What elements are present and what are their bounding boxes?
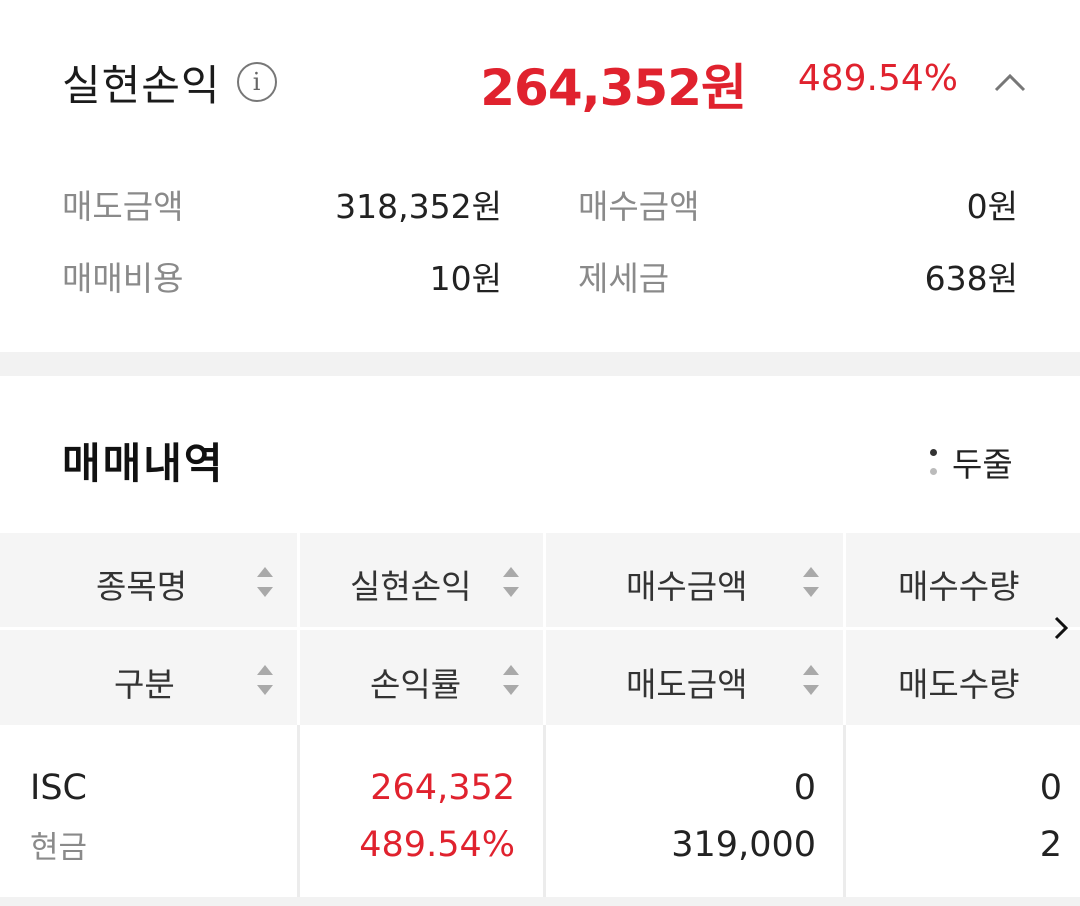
column-header-realized-profit[interactable]: 실현손익 (350, 560, 471, 608)
table-bottom-border (0, 897, 1080, 906)
trades-title: 매매내역 (62, 439, 225, 488)
column-header-profit-rate[interactable]: 손익률 (370, 658, 461, 706)
row-column-separator (297, 725, 300, 897)
sort-icon[interactable] (802, 565, 820, 599)
summary-item-label: 매매비용 (62, 259, 184, 298)
column-header-stock-name[interactable]: 종목명 (96, 560, 187, 608)
sort-icon[interactable] (256, 663, 274, 697)
info-icon[interactable]: i (236, 62, 277, 102)
summary-item-taxes: 제세금 638원 (578, 252, 1018, 298)
profit-rate: 489.54% (359, 825, 515, 865)
summary-item-value: 318,352원 (335, 187, 502, 226)
summary-item-trade-cost: 매매비용 10원 (62, 252, 502, 298)
sell-quantity: 2 (1039, 825, 1062, 865)
header-divider (0, 627, 1080, 630)
chevron-up-icon[interactable] (990, 62, 1030, 102)
trade-type: 현금 (30, 830, 88, 866)
two-line-icon (928, 449, 938, 475)
row-column-separator (843, 725, 846, 897)
column-header-buy-amount[interactable]: 매수금액 (626, 560, 747, 608)
summary-item-value: 638원 (924, 259, 1018, 298)
total-profit-amount: 264,352원 (480, 59, 747, 117)
summary-title: 실현손익 (62, 60, 221, 110)
stock-name: ISC (30, 768, 87, 808)
column-header-sell-qty[interactable]: 매도수량 (898, 658, 1019, 706)
realized-pnl-summary: 실현손익 i 264,352원 489.54% 매도금액 318,352원 매수… (0, 0, 1080, 352)
buy-quantity: 0 (1039, 768, 1062, 808)
summary-item-buy-amount: 매수금액 0원 (578, 180, 1018, 226)
two-line-toggle[interactable]: 두줄 (928, 438, 1013, 486)
buy-amount: 0 (793, 768, 816, 808)
table-row[interactable] (0, 725, 1080, 897)
header-column-separator (297, 533, 300, 725)
row-column-separator (543, 725, 546, 897)
summary-title-row: 실현손익 i (62, 52, 277, 112)
column-header-buy-qty[interactable]: 매수수량 (898, 560, 1019, 608)
column-header-sell-amount[interactable]: 매도금액 (626, 658, 747, 706)
column-header-type[interactable]: 구분 (114, 658, 175, 706)
sort-icon[interactable] (502, 663, 520, 697)
summary-item-label: 제세금 (578, 259, 670, 298)
realized-profit: 264,352 (370, 768, 515, 808)
sort-icon[interactable] (502, 565, 520, 599)
header-column-separator (543, 533, 546, 725)
sort-icon[interactable] (802, 663, 820, 697)
sell-amount: 319,000 (671, 825, 816, 865)
sort-icon[interactable] (256, 565, 274, 599)
two-line-label: 두줄 (952, 445, 1013, 484)
summary-item-label: 매도금액 (62, 187, 184, 226)
summary-item-value: 0원 (966, 187, 1018, 226)
section-divider (0, 352, 1080, 376)
total-profit-rate: 489.54% (797, 58, 958, 99)
chevron-right-icon[interactable] (1046, 608, 1076, 648)
header-column-separator (843, 533, 846, 725)
summary-item-value: 10원 (429, 259, 502, 298)
summary-item-label: 매수금액 (578, 187, 700, 226)
summary-item-sell-amount: 매도금액 318,352원 (62, 180, 502, 226)
